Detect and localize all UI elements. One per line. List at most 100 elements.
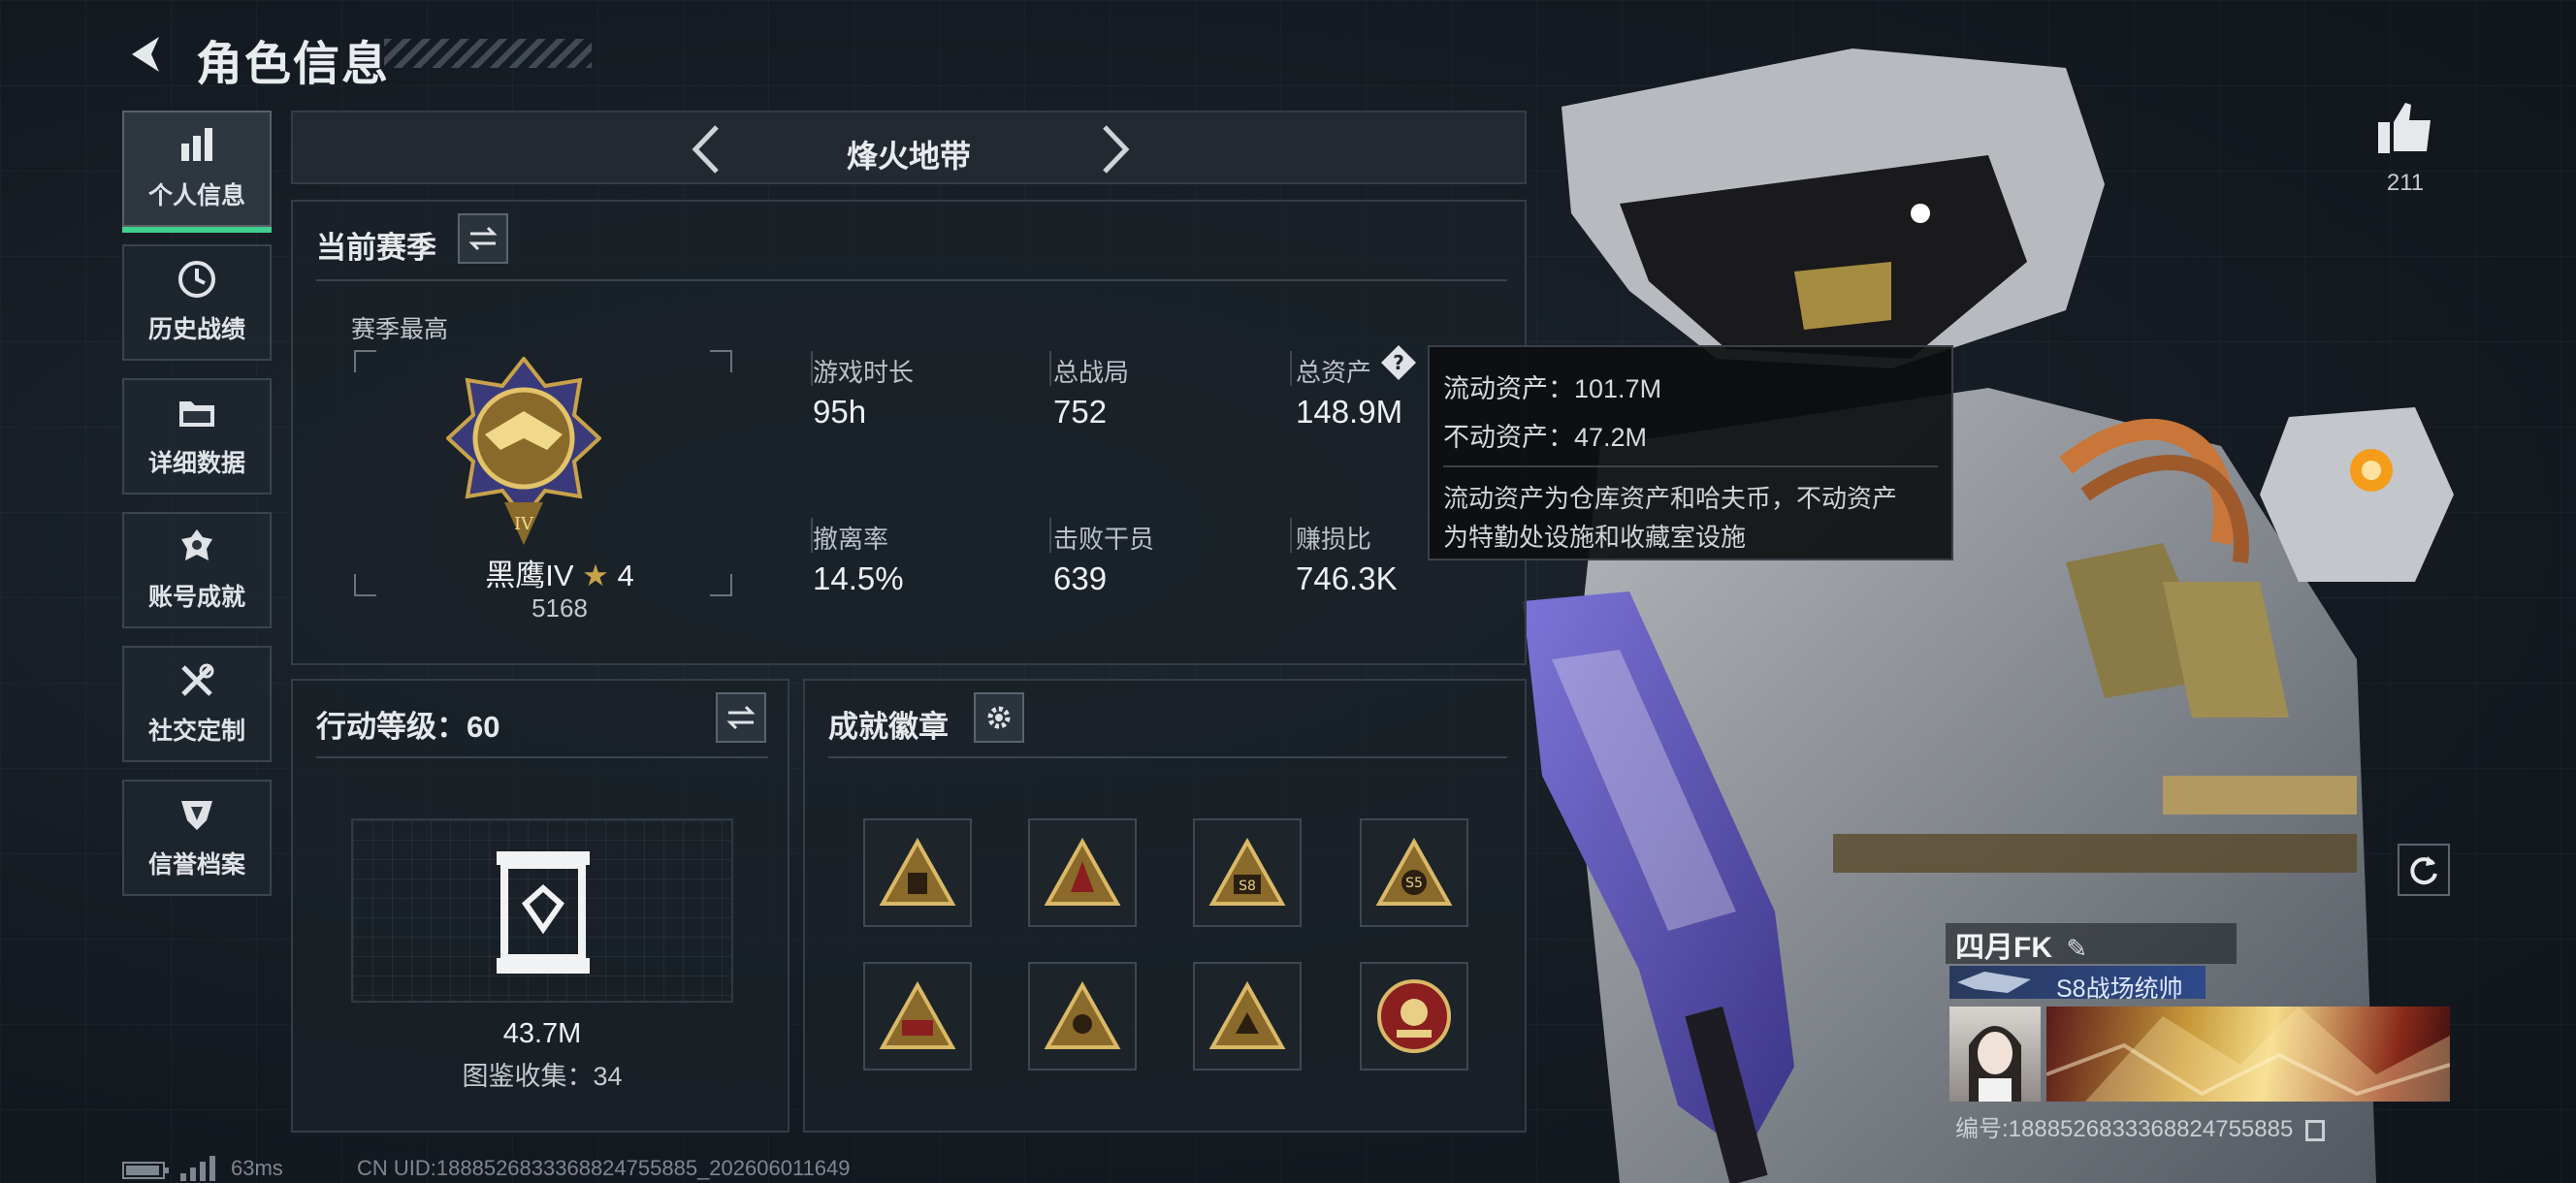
action-level-panel: 行动等级：60 43.7M 图鉴收集：34 bbox=[291, 679, 789, 1133]
svg-text:IV: IV bbox=[514, 514, 534, 534]
collection-value: 43.7M bbox=[502, 1018, 582, 1049]
season-best-label: 赛季最高 bbox=[351, 316, 449, 343]
asset-help-button[interactable]: ? bbox=[1379, 343, 1418, 382]
tooltip-description-line1: 流动资产为仓库资产和哈夫币，不动资产 bbox=[1443, 484, 1898, 513]
mode-selector: 烽火地带 bbox=[291, 111, 1527, 184]
badges-heading: 成就徽章 bbox=[828, 710, 949, 744]
badge-slot[interactable] bbox=[1028, 962, 1137, 1071]
player-name-text: 四月FK bbox=[1955, 932, 2052, 964]
question-icon: ? bbox=[1381, 345, 1416, 380]
sidebar-item-label: 个人信息 bbox=[147, 182, 245, 209]
badge-slot[interactable]: S8 bbox=[1193, 818, 1302, 927]
triangle-badge-icon bbox=[879, 981, 956, 1049]
title-emblem-icon bbox=[1957, 972, 2031, 993]
mode-title: 烽火地带 bbox=[846, 139, 971, 174]
badge-slot[interactable] bbox=[1193, 962, 1302, 1071]
sidebar-item-detailed-data[interactable]: 详细数据 bbox=[122, 378, 272, 495]
rank-name: 黑鹰IV bbox=[485, 559, 574, 592]
stat-separator bbox=[1049, 518, 1051, 553]
action-level-switch-button[interactable] bbox=[716, 692, 766, 743]
bar-chart-icon bbox=[181, 128, 212, 161]
sidebar-item-label: 社交定制 bbox=[147, 718, 245, 745]
thumbs-up-icon bbox=[2378, 103, 2431, 153]
stat-separator bbox=[1290, 518, 1292, 553]
player-title: S8战场统帅 bbox=[2056, 975, 2183, 1003]
chevron-right-icon bbox=[1103, 125, 1130, 174]
refresh-button[interactable] bbox=[2398, 844, 2450, 896]
stat-label: 赚损比 bbox=[1296, 525, 1372, 554]
back-button[interactable] bbox=[116, 27, 175, 81]
badge-slot[interactable]: S5 bbox=[1360, 818, 1468, 927]
triangle-badge-icon bbox=[879, 838, 956, 906]
sidebar-item-label: 历史战绩 bbox=[147, 316, 245, 343]
tools-icon bbox=[181, 663, 214, 696]
sidebar-item-personal-info[interactable]: 个人信息 bbox=[122, 111, 272, 233]
action-level-heading: 行动等级：60 bbox=[316, 710, 500, 744]
badge-slot[interactable] bbox=[1360, 962, 1468, 1071]
swap-icon bbox=[726, 705, 756, 730]
round-badge-icon bbox=[1377, 979, 1451, 1053]
collection-display[interactable] bbox=[351, 818, 733, 1003]
assets-tooltip: 流动资产：101.7M 不动资产：47.2M 流动资产为仓库资产和哈夫币，不动资… bbox=[1428, 345, 1953, 560]
like-button[interactable]: 211 bbox=[2367, 101, 2444, 197]
player-uid: 编号:1888526833368824755885 bbox=[1955, 1116, 2294, 1142]
badge-label: S8 bbox=[1239, 879, 1256, 894]
swap-icon bbox=[468, 226, 498, 251]
sidebar-item-social[interactable]: 社交定制 bbox=[122, 646, 272, 762]
badge-slot[interactable] bbox=[863, 818, 972, 927]
footer-uid: CN UID:1888526833368824755885_2026060116… bbox=[357, 1156, 851, 1180]
player-uid-line: 编号:1888526833368824755885 bbox=[1955, 1109, 2325, 1143]
stat-separator bbox=[1049, 351, 1051, 386]
stat-value: 148.9M bbox=[1296, 394, 1403, 430]
triangle-badge-icon bbox=[1208, 981, 1286, 1049]
folder-icon bbox=[179, 401, 214, 427]
sidebar-item-label: 信誉档案 bbox=[147, 851, 245, 879]
star-icon: ★ bbox=[582, 559, 609, 592]
banner-artwork bbox=[2045, 1007, 2451, 1102]
tooltip-fixed-assets: 不动资产：47.2M bbox=[1443, 423, 1648, 452]
stat-label: 撤离率 bbox=[813, 525, 889, 554]
sidebar-item-achievements[interactable]: 账号成就 bbox=[122, 512, 272, 628]
rank-stars: 4 bbox=[617, 559, 634, 592]
back-arrow-icon bbox=[132, 37, 159, 72]
badges-panel: 成就徽章 S8 S5 bbox=[803, 679, 1527, 1133]
stat-separator bbox=[1290, 351, 1292, 386]
copy-icon[interactable] bbox=[2305, 1119, 2325, 1141]
stat-value: 95h bbox=[813, 394, 867, 430]
title-decoration bbox=[384, 39, 592, 68]
like-count: 211 bbox=[2386, 170, 2425, 196]
triangle-badge-icon bbox=[1044, 981, 1121, 1049]
signal-icon bbox=[178, 1154, 217, 1183]
stat-value: 14.5% bbox=[813, 560, 904, 596]
badge-label: S5 bbox=[1405, 876, 1423, 891]
badge-slot[interactable] bbox=[863, 962, 972, 1071]
stat-value: 746.3K bbox=[1296, 560, 1398, 596]
rank-score: 5168 bbox=[531, 593, 588, 623]
player-title-plate: S8战场统帅 bbox=[1949, 966, 2206, 1003]
season-heading: 当前赛季 bbox=[316, 231, 436, 265]
name-card-banner[interactable] bbox=[2045, 1007, 2451, 1102]
sidebar-item-label: 账号成就 bbox=[147, 584, 245, 611]
season-switch-button[interactable] bbox=[458, 213, 508, 264]
season-badge-icon: S8 bbox=[1208, 838, 1286, 906]
edit-icon[interactable]: ✎ bbox=[2066, 934, 2087, 963]
badge-slot[interactable] bbox=[1028, 818, 1137, 927]
stat-label: 总战局 bbox=[1053, 358, 1130, 387]
svg-text:?: ? bbox=[1393, 351, 1404, 374]
avatar-portrait bbox=[1969, 1026, 2021, 1102]
achievement-icon bbox=[181, 529, 212, 560]
rank-line: 黑鹰IV ★ 4 bbox=[458, 551, 661, 594]
next-mode-button[interactable] bbox=[1086, 122, 1144, 176]
stat-label: 击败干员 bbox=[1053, 525, 1155, 554]
badges-settings-button[interactable] bbox=[974, 692, 1024, 743]
sidebar-item-label: 详细数据 bbox=[147, 450, 245, 477]
avatar[interactable] bbox=[1949, 1007, 2041, 1102]
player-card: 四月FK ✎ S8战场统帅 编号:1888526833368824755885 bbox=[1946, 923, 2451, 1144]
refresh-icon bbox=[2410, 856, 2437, 885]
divider bbox=[316, 279, 1507, 281]
gear-icon bbox=[987, 706, 1011, 729]
tooltip-description-line2: 为特勤处设施和收藏室设施 bbox=[1443, 523, 1747, 552]
sidebar-item-credit[interactable]: 信誉档案 bbox=[122, 780, 272, 896]
sidebar-item-history[interactable]: 历史战绩 bbox=[122, 244, 272, 361]
divider bbox=[316, 756, 768, 758]
